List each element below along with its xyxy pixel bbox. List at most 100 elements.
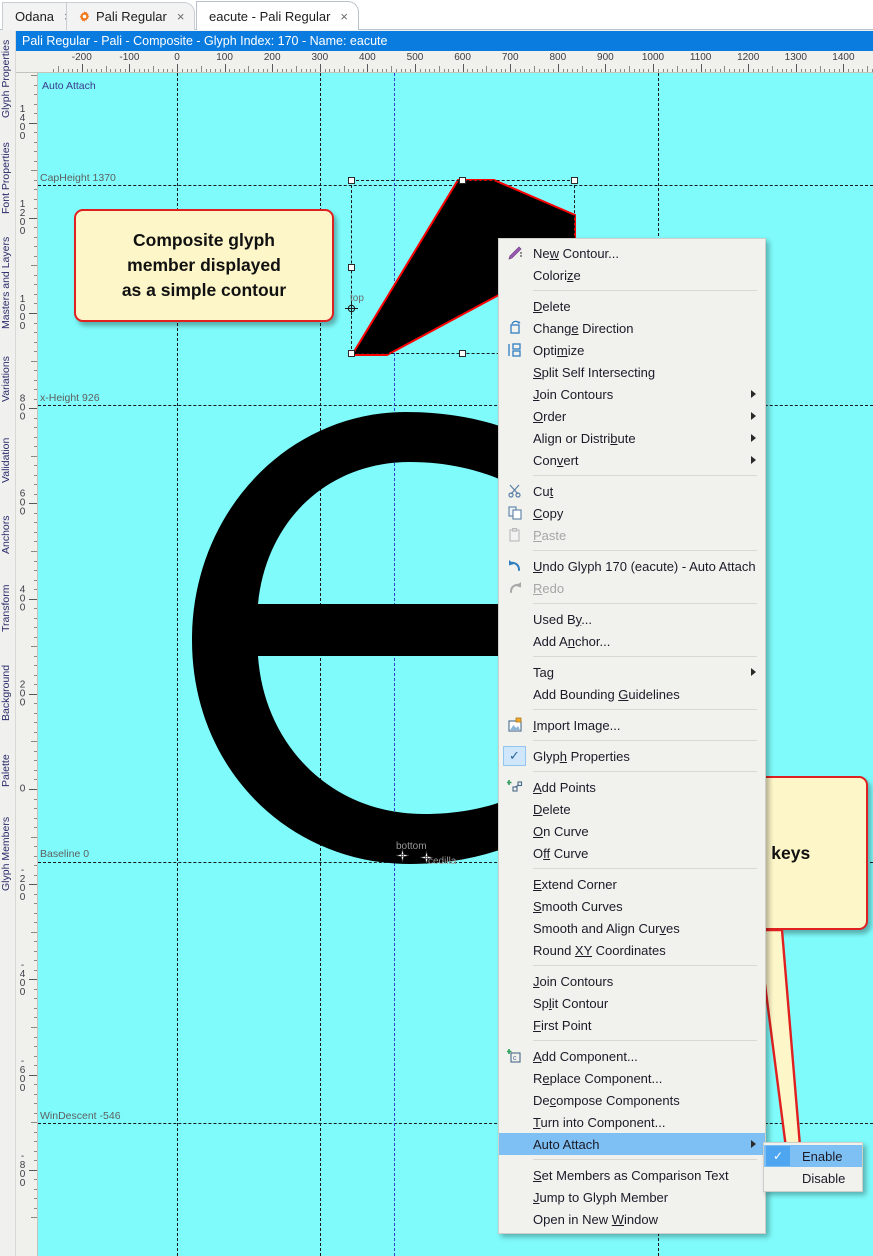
dock-tab-anchors[interactable]: Anchors [0,509,16,561]
menu-item-convert[interactable]: Convert [499,449,765,471]
selection-handle-bc[interactable] [459,350,466,357]
close-icon[interactable]: × [177,10,185,23]
menu-item-off-curve[interactable]: Off Curve [499,842,765,864]
ruler-minor-tick [34,1065,37,1067]
chevron-right-icon [751,412,756,420]
dock-tab-variations[interactable]: Variations [0,347,16,411]
menu-item-label: Copy [533,505,564,521]
ruler-minor-tick [262,69,264,72]
menu-item-optimize[interactable]: Optimize [499,339,765,361]
context-menu[interactable]: New Contour... Colorize Delete Change Direc… [498,238,766,1234]
selection-handle-tr[interactable] [571,177,578,184]
tab-pali-regular[interactable]: Pali Regular × [66,2,196,30]
ruler-minor-tick [167,69,169,72]
tab-eacute-pali-regular[interactable]: eacute - Pali Regular × [196,1,359,30]
selection-handle-tc[interactable] [459,177,466,184]
menu-item-import-image[interactable]: Import Image... [499,714,765,736]
close-icon[interactable]: × [340,10,348,23]
menu-item-change-direction[interactable]: Change Direction [499,317,765,339]
horizontal-ruler[interactable]: -200 -100 0 100 200 300 400 500 600 700 800 900 1000… [16,51,873,73]
vertical-ruler[interactable]: 1 4 0 0 1 2 0 0 1 0 0 0 8 0 0 6 0 0 4 0 0 2 0 … [16,73,38,1256]
selection-handle-ml[interactable] [348,264,355,271]
dock-tab-transform[interactable]: Transform [0,577,16,639]
menu-item-label: Smooth Curves [533,898,623,914]
dock-tab-palette[interactable]: Palette [0,747,16,795]
dock-tab-font-properties[interactable]: Font Properties [0,137,16,219]
ruler-minor-tick [591,69,593,72]
menu-item-smooth-and-align-curves[interactable]: Smooth and Align Curves [499,917,765,939]
menu-item-split-self-intersecting[interactable]: Split Self Intersecting [499,361,765,383]
ruler-minor-tick [238,69,240,72]
menu-item-join-contours[interactable]: Join Contours [499,970,765,992]
menu-item-split-contour[interactable]: Split Contour [499,992,765,1014]
ruler-minor-tick [343,66,345,72]
ruler-minor-tick [505,69,507,72]
ruler-minor-tick [34,274,37,276]
auto-attach-submenu[interactable]: ✓ Enable Disable [763,1142,863,1192]
menu-item-order[interactable]: Order [499,405,765,427]
ruler-minor-tick [253,69,255,72]
menu-item-new-contour[interactable]: New Contour... [499,242,765,264]
selection-handle-tl[interactable] [348,177,355,184]
ruler-minor-tick [31,360,37,362]
ruler-minor-tick [329,69,331,72]
menu-item-first-point[interactable]: First Point [499,1014,765,1036]
menu-item-copy[interactable]: Copy [499,502,765,524]
ruler-minor-tick [34,665,37,667]
dock-tab-masters-and-layers[interactable]: Masters and Layers [0,235,16,331]
selection-handle-bl[interactable] [348,350,355,357]
dock-tab-glyph-properties[interactable]: Glyph Properties [0,37,16,121]
menu-item-label: Redo [533,580,565,596]
menu-item-add-anchor[interactable]: Add Anchor... [499,630,765,652]
gear-icon [79,11,90,22]
menu-item-label: Colorize [533,267,581,283]
menu-item-round-xy-coordinates[interactable]: Round XY Coordinates [499,939,765,961]
ruler-minor-tick [96,69,98,72]
ruler-tick [29,503,37,505]
ruler-minor-tick [662,69,664,72]
menu-item-auto-attach[interactable]: Auto Attach [499,1133,765,1155]
dock-tab-background[interactable]: Background [0,655,16,731]
menu-item-delete[interactable]: Delete [499,295,765,317]
ruler-tick [29,979,37,981]
menu-separator [533,550,757,551]
menu-item-add-component[interactable]: c Add Component... [499,1045,765,1067]
menu-item-add-points[interactable]: Add Points [499,776,765,798]
menu-item-extend-corner[interactable]: Extend Corner [499,873,765,895]
menu-item-undo-glyph-170-eacute-auto-attach[interactable]: Undo Glyph 170 (eacute) - Auto Attach [499,555,765,577]
menu-item-delete[interactable]: Delete [499,798,765,820]
ruler-minor-tick [138,69,140,72]
ruler-tick [29,1074,37,1076]
menu-item-colorize[interactable]: Colorize [499,264,765,286]
menu-item-decompose-components[interactable]: Decompose Components [499,1089,765,1111]
ruler-label: - 8 0 0 [19,1150,26,1189]
menu-item-open-in-new-window[interactable]: Open in New Window [499,1208,765,1230]
menu-item-tag[interactable]: Tag [499,661,765,683]
menu-item-smooth-curves[interactable]: Smooth Curves [499,895,765,917]
ruler-minor-tick [400,69,402,72]
menu-item-used-by[interactable]: Used By... [499,608,765,630]
ruler-minor-tick [852,69,854,72]
chevron-right-icon [751,1140,756,1148]
submenu-item-disable[interactable]: Disable [764,1167,862,1189]
menu-item-turn-into-component[interactable]: Turn into Component... [499,1111,765,1133]
ruler-minor-tick [34,484,37,486]
dock-tab-validation[interactable]: Validation [0,427,16,493]
submenu-item-enable[interactable]: ✓ Enable [764,1145,862,1167]
menu-item-replace-component[interactable]: Replace Component... [499,1067,765,1089]
menu-item-join-contours[interactable]: Join Contours [499,383,765,405]
menu-item-align-or-distribute[interactable]: Align or Distribute [499,427,765,449]
ruler-minor-tick [34,1055,37,1057]
menu-item-add-bounding-guidelines[interactable]: Add Bounding Guidelines [499,683,765,705]
ruler-minor-tick [243,69,245,72]
menu-item-label: Extend Corner [533,876,617,892]
menu-item-set-members-as-comparison-text[interactable]: Set Members as Comparison Text [499,1164,765,1186]
dock-tab-glyph-members[interactable]: Glyph Members [0,811,16,897]
menu-item-glyph-properties[interactable]: ✓ Glyph Properties [499,745,765,767]
menu-item-on-curve[interactable]: On Curve [499,820,765,842]
menu-item-cut[interactable]: Cut [499,480,765,502]
menu-item-jump-to-glyph-member[interactable]: Jump to Glyph Member [499,1186,765,1208]
ruler-minor-tick [31,1217,37,1219]
ruler-tick [748,64,750,72]
menu-item-label: Glyph Properties [533,748,630,764]
